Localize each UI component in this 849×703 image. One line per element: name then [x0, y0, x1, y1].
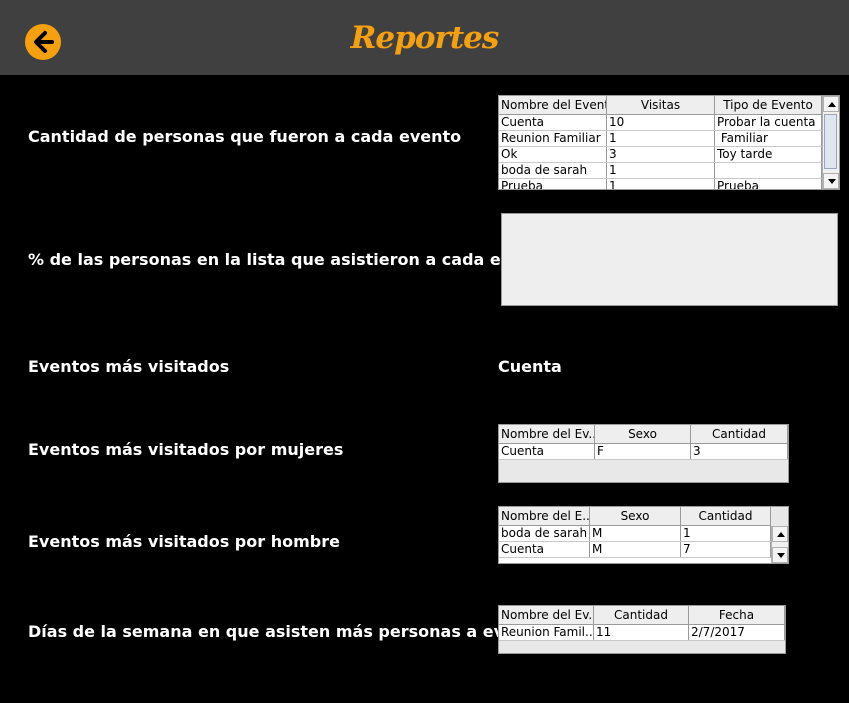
table-cell: 1	[607, 179, 715, 189]
table-body: Cuenta 10 Probar la cuenta Reunion Famil…	[499, 115, 822, 189]
table-row[interactable]: boda de sarah 1	[499, 163, 822, 179]
table-cell: Familiar	[715, 131, 822, 146]
vertical-scrollbar[interactable]	[771, 526, 788, 563]
events-table[interactable]: Nombre del Evento Visitas Tipo de Evento…	[498, 95, 840, 190]
table-cell: 7	[681, 542, 771, 557]
scrollbar-thumb[interactable]	[824, 114, 837, 169]
table-cell: M	[590, 526, 681, 541]
weekdays-table[interactable]: Nombre del Ev... Cantidad Fecha Reunion …	[498, 605, 786, 654]
column-header[interactable]: Sexo	[590, 507, 681, 525]
table-cell: Cuenta	[499, 542, 590, 557]
table-row[interactable]: Reunion Familiar 1 Familiar	[499, 131, 822, 147]
table-header: Nombre del Evento Visitas Tipo de Evento	[499, 96, 822, 115]
label-percent-attended: % de las personas en la lista que asisti…	[28, 250, 553, 269]
table-cell: 1	[607, 163, 715, 178]
table-cell: 10	[607, 115, 715, 130]
column-header[interactable]: Cantidad	[681, 507, 771, 525]
column-header[interactable]: Nombre del E...	[499, 507, 590, 525]
table-cell: boda de sarah	[499, 526, 590, 541]
table-row[interactable]: Cuenta M 7	[499, 542, 771, 558]
table-cell: 3	[607, 147, 715, 162]
scroll-up-icon[interactable]	[772, 526, 788, 542]
table-cell: Cuenta	[499, 444, 595, 459]
table-cell: 3	[691, 444, 788, 459]
table-cell: F	[595, 444, 691, 459]
page-title: Reportes	[350, 20, 500, 56]
table-body: Reunion Famil... 11 2/7/2017	[499, 625, 785, 641]
table-row[interactable]: Ok 3 Toy tarde	[499, 147, 822, 163]
column-header[interactable]: Visitas	[607, 96, 715, 114]
table-cell: 2/7/2017	[689, 625, 785, 640]
column-header[interactable]: Nombre del Ev...	[499, 606, 594, 624]
column-header[interactable]: Nombre del Evento	[499, 96, 607, 114]
table-row[interactable]: Cuenta 10 Probar la cuenta	[499, 115, 822, 131]
table-body: Cuenta F 3	[499, 444, 788, 460]
column-header[interactable]: Fecha	[689, 606, 785, 624]
table-cell: Cuenta	[499, 115, 607, 130]
table-cell: 1	[607, 131, 715, 146]
table-cell: Prueba	[499, 179, 607, 189]
table-cell: Probar la cuenta	[715, 115, 822, 130]
most-visited-value: Cuenta	[498, 357, 562, 376]
table-cell: Reunion Famil...	[499, 625, 594, 640]
table-row[interactable]: Reunion Famil... 11 2/7/2017	[499, 625, 785, 641]
table-cell: M	[590, 542, 681, 557]
table-cell: 1	[681, 526, 771, 541]
table-cell	[715, 163, 822, 178]
table-header: Nombre del E... Sexo Cantidad	[499, 507, 771, 526]
label-by-women: Eventos más visitados por mujeres	[28, 440, 344, 459]
men-table[interactable]: Nombre del E... Sexo Cantidad boda de sa…	[498, 506, 789, 564]
table-cell: Prueba	[715, 179, 822, 189]
column-header[interactable]: Cantidad	[691, 425, 788, 443]
label-by-men: Eventos más visitados por hombre	[28, 532, 340, 551]
table-cell: Reunion Familiar	[499, 131, 607, 146]
table-body: boda de sarah M 1 Cuenta M 7	[499, 526, 771, 563]
column-header[interactable]: Cantidad	[594, 606, 689, 624]
vertical-scrollbar[interactable]	[822, 96, 839, 189]
percent-attended-panel	[501, 213, 838, 306]
table-cell: Ok	[499, 147, 607, 162]
table-row[interactable]: Cuenta F 3	[499, 444, 788, 460]
column-header[interactable]: Tipo de Evento	[715, 96, 822, 114]
table-header: Nombre del Ev... Cantidad Fecha	[499, 606, 785, 625]
scroll-down-icon[interactable]	[823, 173, 839, 189]
scroll-down-icon[interactable]	[772, 547, 788, 563]
column-header[interactable]: Nombre del Ev...	[499, 425, 595, 443]
label-weekdays: Días de la semana en que asisten más per…	[28, 622, 555, 641]
table-row[interactable]: boda de sarah M 1	[499, 526, 771, 542]
table-cell: 11	[594, 625, 689, 640]
table-cell: Toy tarde	[715, 147, 822, 162]
table-cell: boda de sarah	[499, 163, 607, 178]
table-row[interactable]: Prueba 1 Prueba	[499, 179, 822, 189]
table-header: Nombre del Ev... Sexo Cantidad	[499, 425, 788, 444]
header-bar: Reportes	[0, 0, 849, 75]
label-most-visited: Eventos más visitados	[28, 357, 230, 376]
scroll-up-icon[interactable]	[823, 96, 839, 112]
label-count-per-event: Cantidad de personas que fueron a cada e…	[28, 127, 462, 146]
column-header[interactable]: Sexo	[595, 425, 691, 443]
women-table[interactable]: Nombre del Ev... Sexo Cantidad Cuenta F …	[498, 424, 789, 483]
